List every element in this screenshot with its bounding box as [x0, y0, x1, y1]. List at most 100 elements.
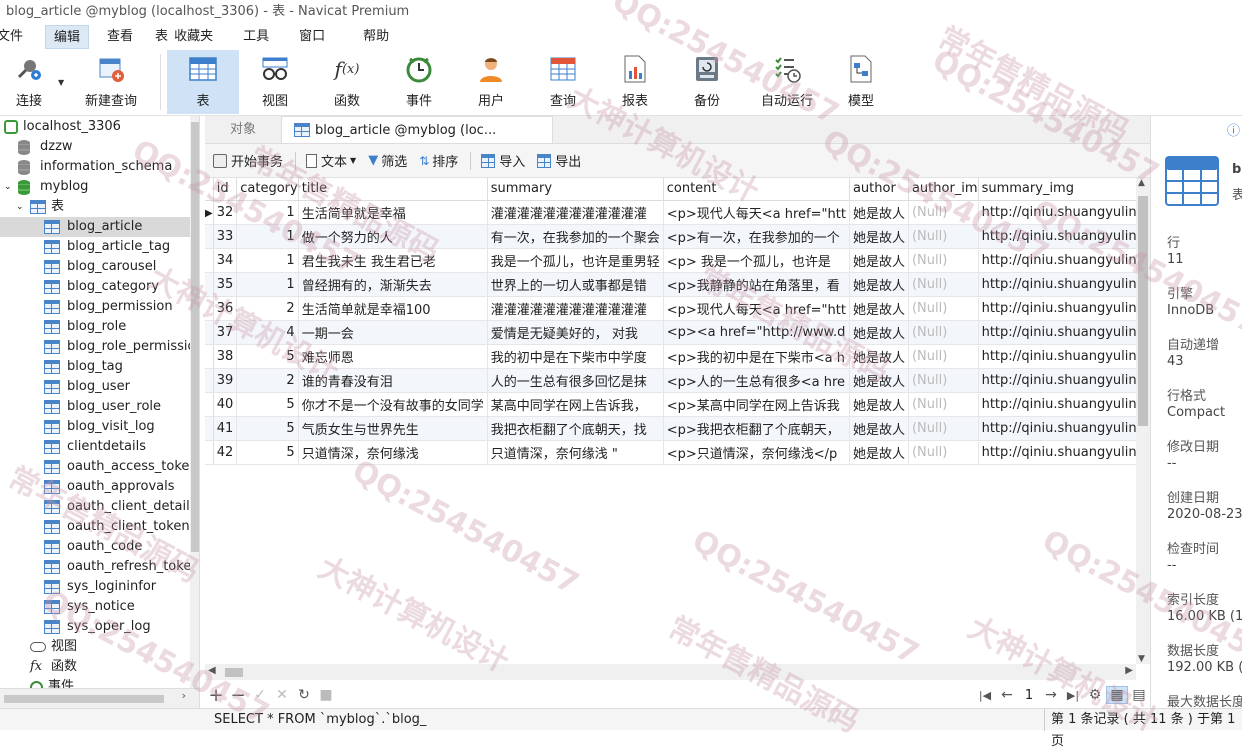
toolbar-view-button[interactable]: 视图 [239, 50, 311, 114]
tree-table-blog_carousel[interactable]: blog_carousel [0, 257, 190, 277]
row-header[interactable] [205, 296, 214, 321]
cell-summary_img[interactable]: http://qiniu.shuangyulin.com/ [978, 248, 1140, 273]
cell-summary_img[interactable]: http://qiniu.shuangyulin.com/ [978, 440, 1140, 465]
toolbar-query-button[interactable]: 查询 [527, 50, 599, 114]
cell-author_im[interactable]: (Null) [908, 248, 979, 273]
cell-summary[interactable]: 爱情是无疑美好的， 对我 [487, 320, 664, 345]
cell-title[interactable]: 难忘师恩 [298, 344, 488, 369]
cell-author[interactable]: 她是故人 [849, 296, 909, 321]
cell-summary[interactable]: 某高中同学在网上告诉我， [487, 392, 664, 417]
tree-table-blog_permission[interactable]: blog_permission [0, 297, 190, 317]
cell-id[interactable]: 40 [213, 392, 238, 417]
tree-table-oauth_code[interactable]: oauth_code [0, 537, 190, 557]
cell-id[interactable]: 38 [213, 344, 238, 369]
column-header-content[interactable]: content [663, 178, 850, 201]
cell-category[interactable]: 5 [236, 392, 299, 417]
discard-changes-icon[interactable]: ✕ [271, 687, 293, 703]
cell-id[interactable]: 41 [213, 416, 238, 441]
column-header-author_im[interactable]: author_im [908, 178, 979, 201]
cell-author[interactable]: 她是故人 [849, 200, 909, 225]
tree-table-blog_role_permission[interactable]: blog_role_permission [0, 337, 199, 357]
cell-content[interactable]: <p>现代人每天<a href="htt [663, 296, 850, 321]
grid-vertical-scrollbar[interactable]: ▲ ▼ [1136, 178, 1150, 664]
delete-record-icon[interactable]: − [227, 685, 249, 706]
add-record-icon[interactable]: + [205, 685, 227, 706]
cell-id[interactable]: 37 [213, 320, 238, 345]
cell-summary[interactable]: 灌灌灌灌灌灌灌灌灌灌灌灌 [487, 200, 664, 225]
row-header[interactable] [205, 320, 214, 345]
sidebar-vertical-scrollbar[interactable] [190, 116, 199, 688]
cell-category[interactable]: 5 [236, 344, 299, 369]
tree-table-oauth_approvals[interactable]: oauth_approvals [0, 477, 190, 497]
cell-title[interactable]: 只道情深，奈何缘浅 [298, 440, 488, 465]
cell-content[interactable]: <p>我把衣柜翻了个底朝天， [663, 416, 850, 441]
cell-id[interactable]: 34 [213, 248, 238, 273]
row-header[interactable] [205, 272, 214, 297]
last-page-icon[interactable]: ▶| [1062, 689, 1084, 702]
tree-table-sys_notice[interactable]: sys_notice [0, 597, 190, 617]
toolbar-backup-button[interactable]: 备份 [671, 50, 743, 114]
toolbar-function-button[interactable]: f (x) 函数 [311, 50, 383, 114]
column-header-title[interactable]: title [298, 178, 488, 201]
grid-view-icon[interactable]: ▦ [1106, 686, 1128, 704]
toolbar-table-button[interactable]: 表 [167, 50, 239, 114]
tree-table-blog_user[interactable]: blog_user [0, 377, 190, 397]
cell-summary_img[interactable]: http://qiniu.shuangyulin.com/ [978, 320, 1140, 345]
cell-content[interactable]: <p>只道情深，奈何缘浅</p [663, 440, 850, 465]
row-header[interactable] [205, 248, 214, 273]
toolbar-report-button[interactable]: 报表 [599, 50, 671, 114]
filter-button[interactable]: ▼ 筛选 [368, 151, 407, 170]
cell-author[interactable]: 她是故人 [849, 320, 909, 345]
toolbar-event-button[interactable]: 事件 [383, 50, 455, 114]
cell-summary[interactable]: 我是一个孤儿，也许是重男轻 [487, 248, 664, 273]
row-header[interactable] [205, 440, 214, 465]
cell-author_im[interactable]: (Null) [908, 296, 979, 321]
cell-author_im[interactable]: (Null) [908, 272, 979, 297]
cell-content[interactable]: <p>某高中同学在网上告诉我 [663, 392, 850, 417]
tree-tables-folder[interactable]: 表 ⌄ [0, 197, 190, 217]
menu-help[interactable]: 帮助 [355, 25, 397, 49]
sort-button[interactable]: ⇅ 排序 [419, 151, 458, 171]
menu-view[interactable]: 查看 [99, 25, 141, 49]
cell-id[interactable]: 36 [213, 296, 238, 321]
tree-table-blog_article_tag[interactable]: blog_article_tag [0, 237, 190, 257]
cell-author_im[interactable]: (Null) [908, 392, 979, 417]
cell-author[interactable]: 她是故人 [849, 272, 909, 297]
tree-table-blog_user_role[interactable]: blog_user_role [0, 397, 190, 417]
cell-id[interactable]: 39 [213, 368, 238, 393]
cell-id[interactable]: 32 [213, 200, 238, 225]
cell-summary_img[interactable]: http://qiniu.shuangyulin.com/ [978, 416, 1140, 441]
table-row[interactable]: 33 1 做一个努力的人 有一次，在我参加的一个聚会 <p>有一次，在我参加的一个 她是故… [205, 224, 1140, 249]
table-row[interactable]: 38 5 难忘师恩 我的初中是在下柴市中学度 <p>我的初中是在下柴市<a h 她是故人(… [205, 344, 1140, 369]
tree-table-blog_category[interactable]: blog_category [0, 277, 190, 297]
toolbar-model-button[interactable]: 模型 [831, 50, 891, 114]
text-button[interactable]: 文本 ▼ [306, 151, 356, 170]
tree-connection[interactable]: localhost_3306 [0, 117, 190, 137]
cell-summary_img[interactable]: http://qiniu.shuangyulin.com/ [978, 272, 1140, 297]
scrollbar-thumb[interactable] [4, 695, 164, 703]
tree-table-blog_visit_log[interactable]: blog_visit_log [0, 417, 190, 437]
begin-transaction-button[interactable]: 开始事务 [213, 151, 283, 170]
chevron-down-icon[interactable]: ⌄ [16, 197, 24, 217]
column-header-summary[interactable]: summary [487, 178, 664, 201]
tree-table-oauth_client_details[interactable]: oauth_client_details [0, 497, 197, 517]
cell-summary[interactable]: 世界上的一切人或事都是错 [487, 272, 664, 297]
cell-content[interactable]: <p><a href="http://www.d [663, 320, 850, 345]
cell-id[interactable]: 42 [213, 440, 238, 465]
tree-table-oauth_access_token[interactable]: oauth_access_token [0, 457, 198, 477]
tree-table-sys_oper_log[interactable]: sys_oper_log [0, 617, 190, 637]
table-row[interactable]: 37 4 一期一会 爱情是无疑美好的， 对我 <p><a href="http://w… [205, 320, 1140, 345]
tree-database-information_schema[interactable]: information_schema [0, 157, 190, 177]
table-row[interactable]: 35 1 曾经拥有的，渐渐失去 世界上的一切人或事都是错 <p>我静静的站在角落里，看她… [205, 272, 1140, 297]
scroll-left-icon[interactable]: ◀ [208, 665, 216, 676]
form-view-icon[interactable]: ▤ [1128, 687, 1150, 703]
cell-author[interactable]: 她是故人 [849, 368, 909, 393]
column-header-category[interactable]: category [236, 178, 299, 201]
cell-category[interactable]: 1 [236, 272, 299, 297]
apply-changes-icon[interactable]: ✓ [249, 687, 271, 703]
cell-summary[interactable]: 我把衣柜翻了个底朝天，找 [487, 416, 664, 441]
cell-summary_img[interactable]: http://qiniu.shuangyulin.com/ [978, 392, 1140, 417]
connect-button[interactable]: 连接 [0, 50, 58, 114]
cell-author_im[interactable]: (Null) [908, 368, 979, 393]
cell-summary[interactable]: 灌灌灌灌灌灌灌灌灌灌灌灌 [487, 296, 664, 321]
